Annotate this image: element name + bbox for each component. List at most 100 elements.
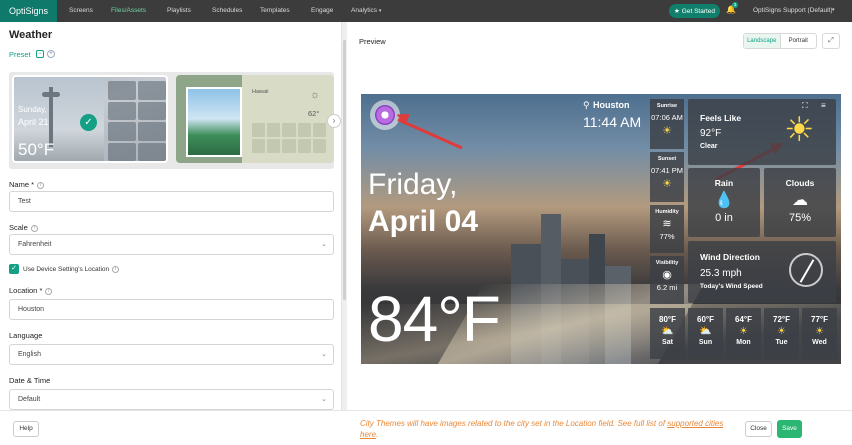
forecast-day: Wed [812, 339, 827, 346]
datetime-select-value: Default [18, 396, 41, 403]
add-preset-icon[interactable]: + [47, 50, 55, 58]
weather-day: Friday, [368, 168, 458, 201]
orientation-toggle: Landscape Portrait [743, 33, 817, 49]
sun-icon: ☼ [310, 89, 321, 101]
forecast-temp: 64°F [735, 315, 752, 324]
collapse-icon[interactable]: − [36, 50, 44, 58]
nav-analytics-label: Analytics [351, 7, 378, 14]
wind-tile: Wind Direction 25.3 mph Today's Wind Spe… [688, 241, 836, 303]
feels-like-value: 92°F [700, 128, 722, 139]
forecast-tile: 77°F ☀ Wed [802, 308, 837, 359]
scale-select-value: Fahrenheit [18, 241, 52, 248]
sunrise-value: 07:06 AM [651, 113, 683, 122]
note-text: City Themes will have images related to … [360, 419, 666, 428]
thumbnail-city: Hawaii [252, 89, 269, 95]
scale-label: Scale i [9, 223, 38, 232]
language-select[interactable]: English ⌄ [9, 344, 334, 365]
location-pin-icon: ⚲ [583, 100, 590, 110]
nav-schedules[interactable]: Schedules [212, 7, 242, 14]
visibility-value: 6.2 mi [656, 283, 678, 292]
humidity-value: 77% [659, 232, 675, 241]
wind-label: Wind Direction [700, 252, 760, 262]
info-icon[interactable]: i [30, 224, 38, 232]
forecast-tile: 60°F ⛅ Sun [688, 308, 723, 359]
info-icon[interactable]: i [45, 287, 53, 295]
chevron-down-icon[interactable]: ▾ [832, 7, 835, 13]
sun-icon: ☀ [739, 326, 748, 337]
portrait-button[interactable]: Portrait [781, 34, 817, 48]
carousel-next-button[interactable]: › [327, 114, 341, 128]
sunset-tile: Sunset 07:41 PM ☀ [650, 152, 684, 202]
fullscreen-icon: ⛶ [802, 101, 808, 110]
sunrise-icon: ☀ [662, 125, 672, 137]
nav-engage[interactable]: Engage [311, 7, 333, 14]
clouds-value: 75% [788, 212, 812, 224]
landscape-button[interactable]: Landscape [744, 34, 781, 48]
get-started-button[interactable]: ★ Get Started [669, 4, 720, 18]
device-location-checkbox[interactable]: ✓ [9, 264, 19, 274]
nav-screens[interactable]: Screens [69, 7, 93, 14]
preset-label: Preset [9, 50, 31, 59]
scale-select[interactable]: Fahrenheit ⌄ [9, 234, 334, 255]
sun-icon: ☀ [784, 111, 815, 149]
raindrop-icon: 💧 [714, 192, 734, 209]
save-button[interactable]: Save [777, 420, 802, 438]
cloud-icon: ☁ [792, 192, 808, 209]
partly-cloudy-icon: ⛅ [699, 326, 712, 337]
help-button[interactable]: Help [13, 421, 39, 437]
forecast-tile: 72°F ☀ Tue [764, 308, 799, 359]
language-label: Language [9, 331, 43, 340]
close-button[interactable]: Close [745, 421, 772, 437]
weather-date: April 04 [368, 205, 479, 238]
info-icon[interactable]: i [37, 181, 45, 189]
datetime-label: Date & Time [9, 376, 51, 385]
info-icon[interactable]: i [112, 266, 120, 273]
thumbnail-date: April 21 [18, 117, 49, 127]
feels-like-tile: Feels Like 92°F Clear ☀ ⛶ ≡ [688, 99, 836, 165]
preview-label: Preview [359, 37, 386, 46]
thumbnail-weather-grid [108, 81, 166, 161]
star-icon: ★ [673, 8, 680, 15]
wind-speed: 25.3 mph [700, 268, 742, 279]
name-label: Name * i [9, 180, 45, 189]
nav-playlists[interactable]: Playlists [167, 7, 191, 14]
device-location-label: Use Device Setting's Location i [23, 266, 120, 273]
preset-thumbnail-hawaii[interactable]: Hawaii ☼ 62° [176, 75, 334, 163]
location-input[interactable]: Houston [9, 299, 334, 320]
rain-value: 0 in [715, 212, 733, 224]
forecast-day: Sat [662, 339, 673, 346]
location-label-text: Location * [9, 286, 43, 295]
forecast-temp: 80°F [659, 315, 676, 324]
editor-scrollbar-thumb[interactable] [343, 40, 346, 300]
thumbnail-photo [186, 87, 242, 157]
forecast-temp: 60°F [697, 315, 714, 324]
feels-like-label: Feels Like [700, 113, 742, 123]
humidity-tile: Humidity ≋ 77% [650, 205, 684, 253]
forecast-temp: 72°F [773, 315, 790, 324]
sunburst-icon [375, 105, 395, 125]
rain-tile: Rain 💧 0 in [688, 168, 760, 237]
get-started-label: Get Started [681, 7, 716, 15]
nav-analytics[interactable]: Analytics ▾ [351, 7, 381, 14]
nav-templates[interactable]: Templates [260, 7, 290, 14]
visibility-label: Visibility [655, 260, 679, 266]
datetime-select[interactable]: Default ⌄ [9, 389, 334, 410]
account-menu[interactable]: OptiSigns Support (Default) [753, 7, 832, 14]
location-label: Location * i [9, 286, 53, 295]
weather-time: 11:44 AM [583, 114, 642, 130]
sunset-value: 07:41 PM [650, 166, 684, 175]
thumbnail-temp: 50°F [18, 140, 55, 159]
clouds-label: Clouds [785, 178, 815, 188]
nav-files-assets[interactable]: Files/Assets [111, 7, 146, 14]
weather-city: Houston [593, 100, 630, 110]
visibility-tile: Visibility ◉ 6.2 mi [650, 256, 684, 304]
page-title: Weather [9, 29, 53, 41]
expand-icon[interactable]: ⤢ [822, 33, 840, 49]
optisigns-logo[interactable]: OptiSigns [0, 0, 57, 22]
forecast-temp: 77°F [811, 315, 828, 324]
thumbnail-forecast-cells [252, 123, 326, 153]
scale-label-text: Scale [9, 223, 28, 232]
sunset-label: Sunset [657, 156, 677, 162]
name-input[interactable]: Test [9, 191, 334, 212]
forecast-day: Mon [736, 339, 751, 346]
